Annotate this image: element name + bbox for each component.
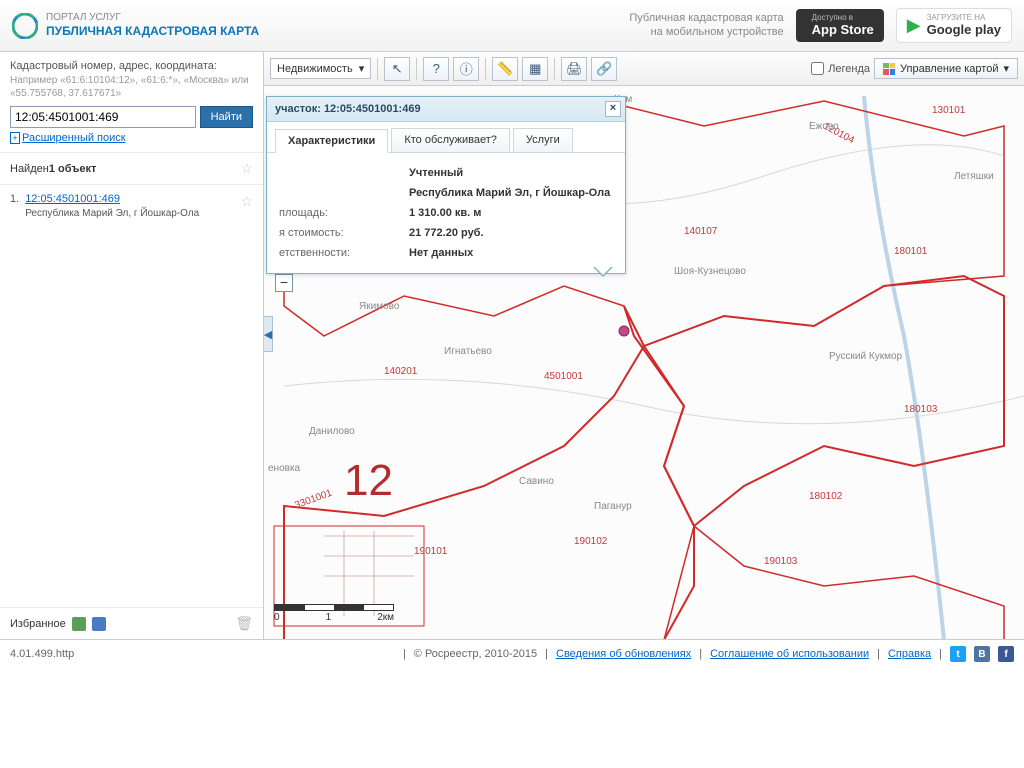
export-xls-icon[interactable] xyxy=(72,617,86,631)
export-csv-icon[interactable] xyxy=(92,617,106,631)
facebook-icon[interactable]: f xyxy=(998,646,1014,662)
footer-link-help[interactable]: Справка xyxy=(888,648,931,660)
star-icon[interactable]: ☆ xyxy=(240,193,253,219)
chevron-down-icon: ▾ xyxy=(359,62,365,75)
googleplay-badge[interactable]: ▶ ЗАГРУЗИТЕ НАGoogle play xyxy=(896,8,1012,43)
pointer-tool[interactable]: ↖ xyxy=(384,57,410,81)
footer: 4.01.499.http | © Росреестр, 2010-2015 |… xyxy=(0,640,1024,668)
measure-area-tool[interactable]: ▦ xyxy=(522,57,548,81)
grid-icon xyxy=(883,63,895,75)
toolbar: Недвижимость▾ ↖ ? ⓘ 📏 ▦ 🖨 🔗 Легенда Упра… xyxy=(264,52,1024,86)
search-label: Кадастровый номер, адрес, координата: xyxy=(10,60,253,72)
trash-icon[interactable]: 🗑 xyxy=(235,615,253,632)
info-tool[interactable]: ? xyxy=(423,57,449,81)
measure-line-tool[interactable]: 📏 xyxy=(492,57,518,81)
identify-tool[interactable]: ⓘ xyxy=(453,57,479,81)
app-title: ПУБЛИЧНАЯ КАДАСТРОВАЯ КАРТА xyxy=(46,24,259,38)
tab-services[interactable]: Услуги xyxy=(513,128,573,152)
scalebar: 012км xyxy=(274,604,394,623)
appstore-badge[interactable]: Доступно вApp Store xyxy=(796,9,884,42)
portal-title: ПОРТАЛ УСЛУГ xyxy=(46,12,259,24)
result-address: Республика Марий Эл, г Йошкар-Ола xyxy=(25,208,234,219)
version-label: 4.01.499.http xyxy=(10,648,74,660)
popup-header: участок: 12:05:4501001:469 × xyxy=(267,97,625,122)
star-icon[interactable]: ☆ xyxy=(240,160,253,177)
search-hint: Например «61:6:10104:12», «61:6:*», «Мос… xyxy=(10,74,253,100)
play-icon: ▶ xyxy=(907,16,921,36)
header-tagline: Публичная кадастровая карта на мобильном… xyxy=(629,12,783,38)
app-header: ПОРТАЛ УСЛУГ ПУБЛИЧНАЯ КАДАСТРОВАЯ КАРТА… xyxy=(0,0,1024,52)
result-item[interactable]: 1. 12:05:4501001:469 Республика Марий Эл… xyxy=(0,185,263,227)
popup-tabs: Характеристики Кто обслуживает? Услуги xyxy=(267,122,625,153)
copyright: © Росреестр, 2010-2015 xyxy=(414,648,537,660)
twitter-icon[interactable]: t xyxy=(950,646,966,662)
map-canvas[interactable]: 12 140201 4501001 140107 180101 180103 1… xyxy=(264,86,1024,639)
layer-select[interactable]: Недвижимость▾ xyxy=(270,58,371,79)
logo-icon xyxy=(12,13,38,39)
sidebar-collapse-handle[interactable]: ◀ xyxy=(264,316,273,352)
parcel-popup: участок: 12:05:4501001:469 × Характерист… xyxy=(266,96,626,274)
chevron-down-icon: ▾ xyxy=(1003,62,1009,75)
results-header: Найден 1 объект ☆ xyxy=(0,153,263,185)
main: Недвижимость▾ ↖ ? ⓘ 📏 ▦ 🖨 🔗 Легенда Упра… xyxy=(264,52,1024,639)
popup-body: Учтенный Республика Марий Эл, г Йошкар-О… xyxy=(267,153,625,273)
map-manage-button[interactable]: Управление картой ▾ xyxy=(874,58,1018,79)
print-button[interactable]: 🖨 xyxy=(561,57,587,81)
search-button[interactable]: Найти xyxy=(200,106,253,128)
close-icon[interactable]: × xyxy=(605,101,621,117)
result-index: 1. xyxy=(10,193,19,219)
advanced-search-link[interactable]: +Расширенный поиск xyxy=(10,132,253,144)
result-link[interactable]: 12:05:4501001:469 xyxy=(25,193,120,205)
legend-toggle[interactable]: Легенда xyxy=(811,62,870,75)
header-titles: ПОРТАЛ УСЛУГ ПУБЛИЧНАЯ КАДАСТРОВАЯ КАРТА xyxy=(46,12,259,38)
tab-who-serves[interactable]: Кто обслуживает? xyxy=(391,128,510,152)
zoom-out-button[interactable]: − xyxy=(275,274,293,292)
link-button[interactable]: 🔗 xyxy=(591,57,617,81)
search-input[interactable] xyxy=(10,106,196,128)
search-block: Кадастровый номер, адрес, координата: На… xyxy=(0,52,263,153)
footer-link-agreement[interactable]: Соглашение об использовании xyxy=(710,648,869,660)
tab-characteristics[interactable]: Характеристики xyxy=(275,129,388,153)
favorites-label: Избранное xyxy=(10,618,66,630)
favorites-block: Избранное 🗑 xyxy=(0,607,263,639)
footer-link-updates[interactable]: Сведения об обновлениях xyxy=(556,648,691,660)
sidebar: Кадастровый номер, адрес, координата: На… xyxy=(0,52,264,639)
vk-icon[interactable]: B xyxy=(974,646,990,662)
